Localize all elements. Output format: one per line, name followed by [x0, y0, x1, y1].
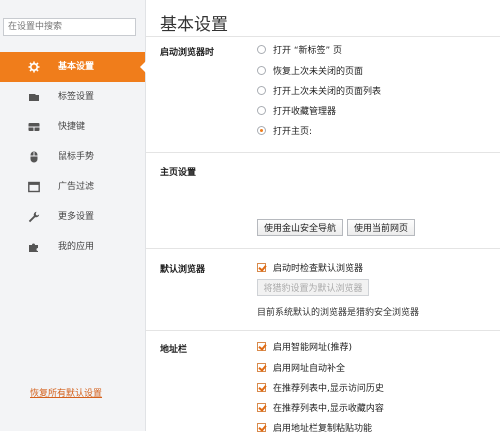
startup-heading: 启动浏览器时: [160, 48, 215, 58]
search-input[interactable]: [4, 19, 135, 35]
set-default-browser-button[interactable]: 将猎豹设置为默认浏览器: [257, 279, 369, 296]
sidebar-item-ad-filter[interactable]: 广告过滤: [0, 172, 145, 202]
keyboard-icon: [28, 123, 40, 131]
sidebar-item-mouse-gestures[interactable]: 鼠标手势: [0, 142, 145, 172]
check-default-browser-option[interactable]: 启动时检查默认浏览器: [257, 261, 364, 274]
address-option-favorites[interactable]: 在推荐列表中,显示收藏内容: [257, 401, 384, 414]
checkbox[interactable]: [257, 382, 266, 392]
sidebar-item-shortcuts[interactable]: 快捷键: [0, 112, 145, 142]
radio-button[interactable]: [257, 85, 266, 95]
sidebar-item-label: 快捷键: [58, 122, 86, 132]
option-label: 恢复上次未关闭的页面: [273, 66, 364, 77]
page-title: 基本设置: [160, 15, 228, 35]
gear-icon: [28, 61, 40, 73]
sidebar-item-my-apps[interactable]: 我的应用: [0, 232, 145, 262]
checkbox[interactable]: [257, 341, 266, 351]
radio-button[interactable]: [257, 65, 266, 75]
tab-icon: [29, 94, 39, 101]
option-label: 打开主页:: [273, 126, 313, 137]
sidebar-item-label: 我的应用: [58, 242, 95, 252]
homepage-heading: 主页设置: [160, 168, 197, 178]
checkbox[interactable]: [257, 402, 266, 412]
checkbox[interactable]: [257, 362, 266, 372]
sidebar: 基本设置 标签设置 快捷键 鼠标手势 广告过滤 更: [0, 0, 146, 431]
search-box[interactable]: [3, 18, 136, 36]
radio-button-selected[interactable]: [257, 125, 266, 135]
checkbox[interactable]: [257, 422, 266, 432]
radio-button[interactable]: [257, 44, 266, 54]
startup-option-restore[interactable]: 恢复上次未关闭的页面: [257, 64, 364, 77]
divider: [146, 152, 500, 153]
sidebar-item-basic-settings[interactable]: 基本设置: [0, 52, 146, 82]
address-option-autocomplete[interactable]: 启用网址自动补全: [257, 361, 346, 374]
sidebar-item-label: 广告过滤: [58, 182, 95, 192]
startup-option-favorites[interactable]: 打开收藏管理器: [257, 104, 337, 117]
address-bar-heading: 地址栏: [160, 345, 188, 355]
startup-option-new-tab[interactable]: 打开 “新标签” 页: [257, 43, 343, 56]
sidebar-item-label: 标签设置: [58, 92, 95, 102]
option-label: 启用地址栏复制粘贴功能: [273, 423, 373, 434]
option-label: 在推荐列表中,显示访问历史: [273, 383, 384, 394]
address-option-history[interactable]: 在推荐列表中,显示访问历史: [257, 381, 384, 394]
default-browser-heading: 默认浏览器: [160, 265, 206, 275]
default-browser-status: 目前系统默认的浏览器是猎豹安全浏览器: [257, 308, 420, 318]
option-label: 启用智能网址(推荐): [273, 342, 353, 353]
radio-button[interactable]: [257, 105, 266, 115]
divider: [146, 36, 500, 37]
option-label: 打开收藏管理器: [273, 106, 337, 117]
use-current-page-button[interactable]: 使用当前网页: [347, 219, 415, 236]
address-option-copy-paste[interactable]: 启用地址栏复制粘贴功能: [257, 421, 373, 434]
wrench-icon: [28, 211, 40, 223]
option-label: 打开 “新标签” 页: [273, 45, 343, 56]
sidebar-item-label: 基本设置: [58, 62, 95, 72]
divider: [146, 330, 500, 331]
option-label: 打开上次未关闭的页面列表: [273, 86, 382, 97]
option-label: 启用网址自动补全: [273, 363, 346, 374]
sidebar-item-label: 鼠标手势: [58, 152, 95, 162]
window-icon: [28, 181, 40, 193]
mouse-icon: [30, 151, 38, 163]
option-label: 启动时检查默认浏览器: [273, 263, 364, 274]
sidebar-item-label: 更多设置: [58, 212, 95, 222]
sidebar-item-tab-settings[interactable]: 标签设置: [0, 82, 145, 112]
sidebar-item-more-settings[interactable]: 更多设置: [0, 202, 145, 232]
use-safe-nav-button[interactable]: 使用金山安全导航: [257, 219, 343, 236]
checkbox[interactable]: [257, 262, 266, 272]
address-option-smart-url[interactable]: 启用智能网址(推荐): [257, 340, 353, 353]
startup-option-homepage[interactable]: 打开主页:: [257, 124, 313, 137]
restore-defaults-link[interactable]: 恢复所有默认设置: [30, 386, 102, 399]
divider: [146, 248, 500, 249]
settings-content: 基本设置 启动浏览器时 打开 “新标签” 页 恢复上次未关闭的页面 打开上次未关…: [146, 0, 500, 434]
startup-option-restore-list[interactable]: 打开上次未关闭的页面列表: [257, 84, 382, 97]
puzzle-icon: [29, 243, 38, 252]
option-label: 在推荐列表中,显示收藏内容: [273, 403, 384, 414]
